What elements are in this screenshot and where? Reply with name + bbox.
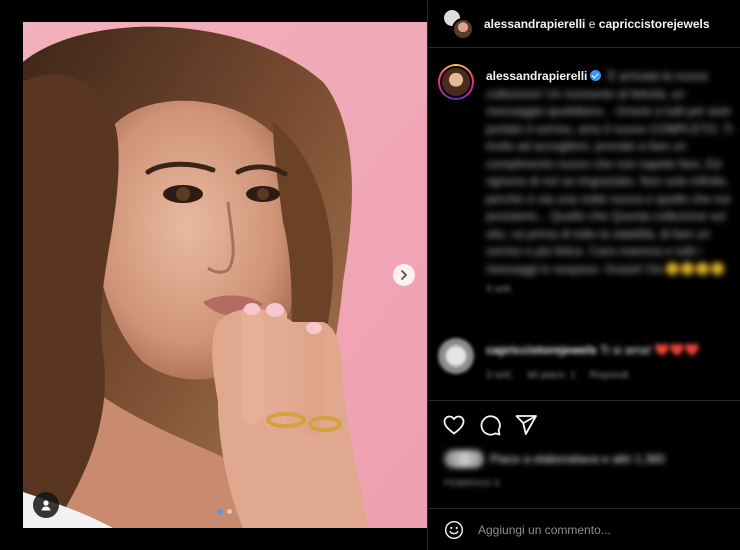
liker-avatars <box>444 450 484 468</box>
caption-username[interactable]: alessandrapierelli <box>486 69 587 83</box>
carousel-dot-active <box>218 509 223 514</box>
paper-plane-icon[interactable] <box>514 413 538 437</box>
comment-likes[interactable]: Mi piace: 1 <box>527 367 575 384</box>
author-link[interactable]: capriccistorejewels <box>599 17 710 31</box>
comment-username[interactable]: capriccistorejewels <box>486 343 597 357</box>
caption-timestamp: 4 sett. <box>486 284 514 295</box>
authors-conjunction: e <box>588 16 596 31</box>
avatar <box>452 17 474 40</box>
avatar[interactable] <box>438 338 474 374</box>
verified-badge-icon <box>590 70 602 81</box>
tagged-users-button[interactable] <box>33 492 59 518</box>
heart-icon[interactable] <box>442 413 466 437</box>
post-actions <box>428 400 740 437</box>
next-slide-button[interactable] <box>393 264 415 286</box>
post-date: FEBBRAIO 6 <box>444 478 501 488</box>
comment-text: Ti si ama! <box>599 343 652 357</box>
post-caption: alessandrapierelli È arrivata la nuova c… <box>438 64 734 295</box>
comment-icon[interactable] <box>478 413 502 437</box>
likes-text: Piace a elaboratiava e altri 1.360 <box>490 452 665 466</box>
comment-timestamp: 3 sett. <box>486 370 514 381</box>
chevron-right-icon <box>401 270 407 280</box>
comment-hearts: ❤️❤️❤️ <box>654 343 700 357</box>
post-side-panel: alessandrapierelli e capriccistorejewels… <box>427 0 740 550</box>
comment-input[interactable] <box>478 522 718 537</box>
carousel-indicator <box>218 509 232 514</box>
avatar[interactable] <box>438 64 474 100</box>
post-image[interactable] <box>23 22 427 528</box>
collab-avatars[interactable] <box>442 7 474 40</box>
portrait-photo <box>23 22 427 528</box>
caption-text: È arrivata la nuova collezione! Un momen… <box>486 69 733 276</box>
comment: capriccistorejewels Ti si ama! ❤️❤️❤️ 3 … <box>438 338 734 384</box>
likes-summary[interactable]: Piace a elaboratiava e altri 1.360 <box>444 450 665 468</box>
user-tag-icon <box>41 500 51 511</box>
post-authors: alessandrapierelli e capriccistorejewels <box>484 17 710 31</box>
add-comment-bar <box>428 508 740 550</box>
post-header: alessandrapierelli e capriccistorejewels <box>428 0 740 48</box>
emoji-icon[interactable] <box>444 520 464 540</box>
reply-button[interactable]: Rispondi <box>590 367 629 384</box>
carousel-dot <box>227 509 232 514</box>
author-link[interactable]: alessandrapierelli <box>484 17 585 31</box>
